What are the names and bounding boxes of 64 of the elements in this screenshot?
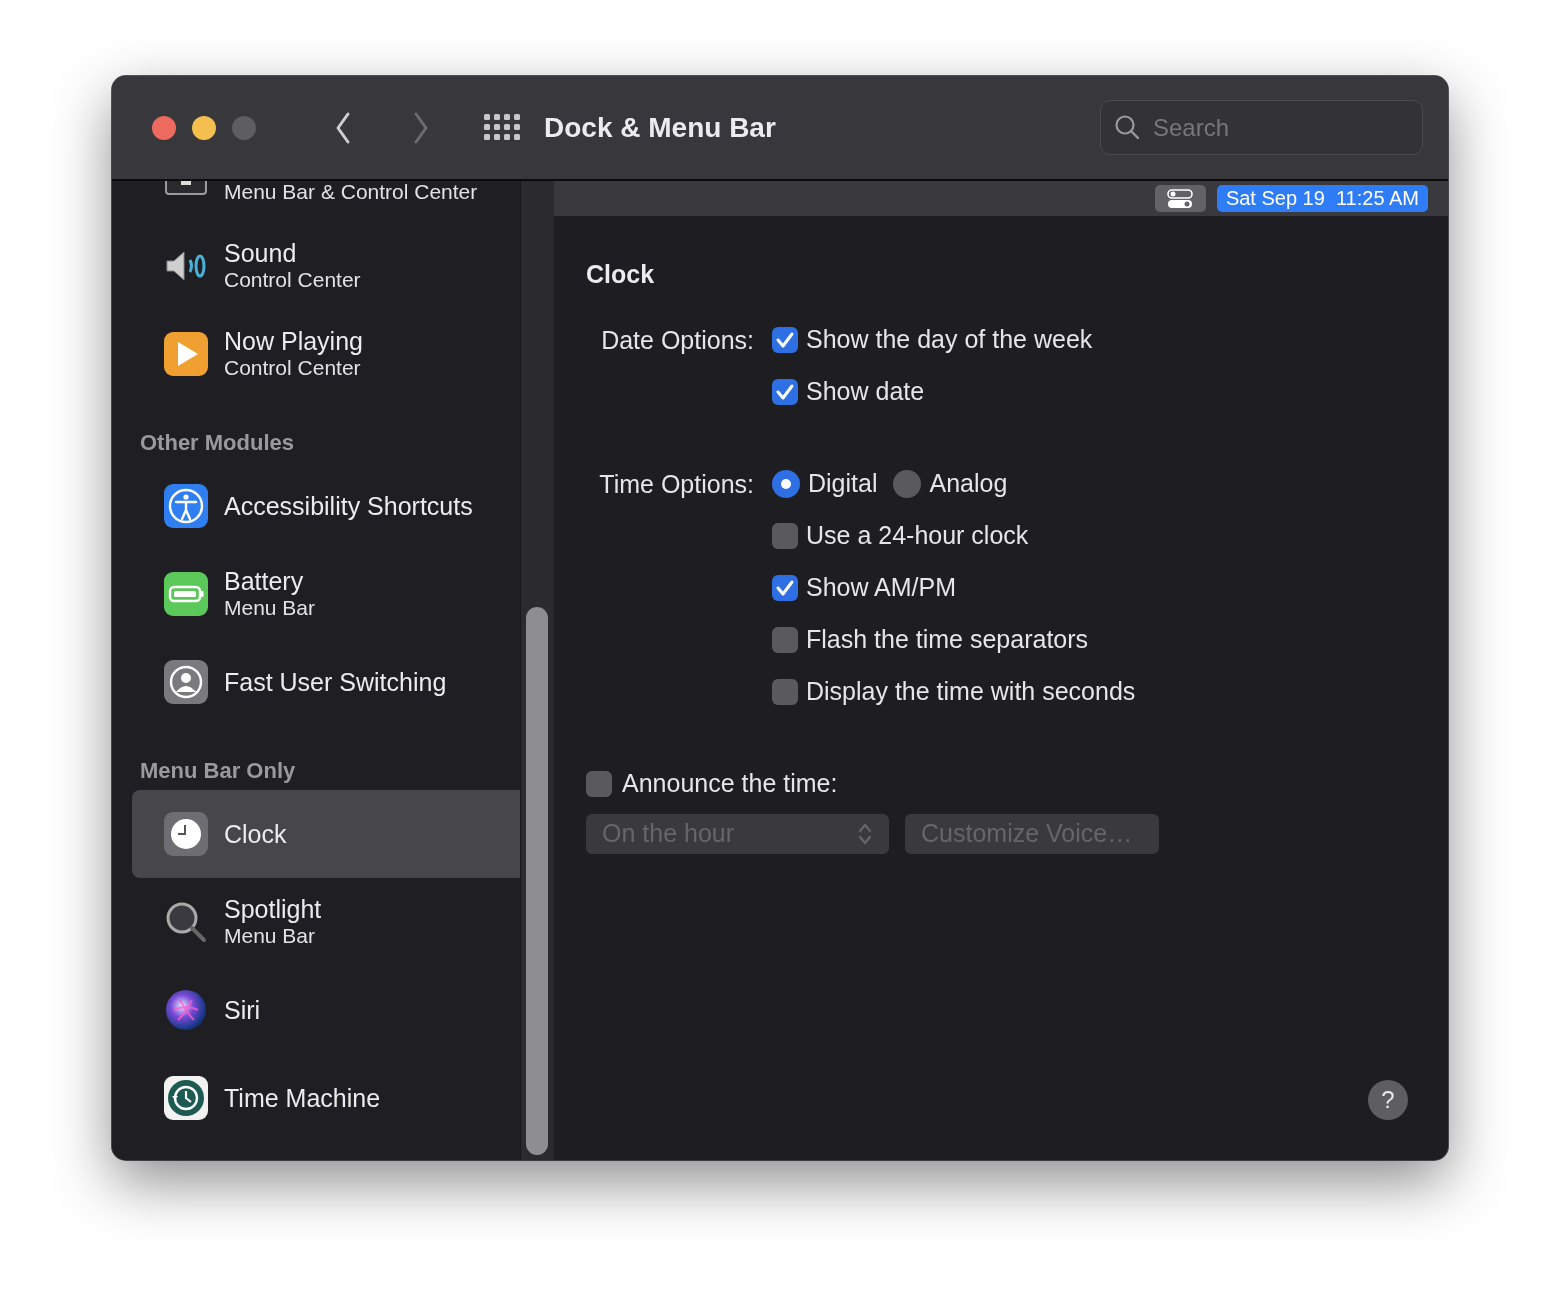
sidebar-item-title: Clock <box>224 820 287 848</box>
sidebar-item[interactable]: Siri <box>132 966 520 1054</box>
scrollbar-thumb[interactable] <box>526 607 548 1155</box>
checkbox[interactable] <box>772 626 798 653</box>
radio-button[interactable] <box>893 469 922 498</box>
sidebar-item-title: Spotlight <box>224 895 322 923</box>
grid-icon[interactable] <box>484 113 520 142</box>
sidebar-item-title: Now Playing <box>224 327 363 355</box>
sidebar-item-subtitle: Menu Bar <box>224 923 317 949</box>
sidebar-section-header: Other Modules <box>139 429 295 457</box>
minimize-button[interactable] <box>192 115 216 140</box>
sidebar-item-title: Fast User Switching <box>224 668 447 696</box>
checkbox-label[interactable]: Announce the time: <box>622 764 838 803</box>
checkbox[interactable] <box>772 378 798 405</box>
sidebar-item-title: Sound <box>224 239 298 267</box>
sidebar-item[interactable]: Battery Menu Bar <box>132 550 520 638</box>
sidebar-item[interactable]: Now Playing Control Center <box>132 310 520 398</box>
options-label: Date Options: <box>600 324 754 356</box>
battery-icon <box>164 572 208 616</box>
checkbox-label[interactable]: Display the time with seconds <box>806 672 1136 711</box>
sidebar-item[interactable]: Menu Bar & Control Center <box>132 181 520 222</box>
menu-bar-clock: Sat Sep 19 11:25 AM <box>1216 185 1428 212</box>
sidebar-item-subtitle: Control Center <box>224 355 362 381</box>
sidebar-item[interactable]: Spotlight Menu Bar <box>132 878 520 966</box>
sidebar-item[interactable]: Fast User Switching <box>132 638 520 726</box>
checkbox[interactable] <box>772 678 798 705</box>
checkbox[interactable] <box>586 770 612 797</box>
radio-label[interactable]: Digital <box>808 464 878 503</box>
sidebar-item-subtitle: Control Center <box>224 267 361 293</box>
checkbox[interactable] <box>772 574 798 601</box>
checkbox-label[interactable]: Use a 24-hour clock <box>806 516 1029 555</box>
sidebar-item[interactable]: Clock <box>132 790 520 878</box>
checkbox-label[interactable]: Show date <box>806 372 925 411</box>
user-icon <box>164 660 208 704</box>
sidebar-item-title: Time Machine <box>224 1084 381 1112</box>
scrollbar-track[interactable] <box>520 181 554 1160</box>
sidebar-item[interactable]: Sound Control Center <box>132 222 520 310</box>
checkbox[interactable] <box>772 326 798 353</box>
help-button[interactable]: ? <box>1368 1080 1408 1120</box>
checkbox-label[interactable]: Show the day of the week <box>806 320 1093 359</box>
section-title: Clock <box>586 259 656 290</box>
sidebar-item-title: Accessibility Shortcuts <box>224 492 473 520</box>
sidebar-item-title: Battery <box>224 567 305 595</box>
sidebar-item[interactable]: Time Machine <box>132 1054 520 1142</box>
sidebar-section-header: Menu Bar Only <box>139 757 297 785</box>
radio-button[interactable] <box>772 469 800 498</box>
close-button[interactable] <box>152 115 176 140</box>
play-icon <box>164 332 208 376</box>
options-label: Time Options: <box>598 468 754 500</box>
checkbox[interactable] <box>772 522 798 549</box>
orb-icon <box>164 988 208 1032</box>
checkbox-label[interactable]: Flash the time separators <box>806 620 1089 659</box>
sidebar-item-title: Siri <box>224 996 261 1024</box>
magnifier-icon <box>164 900 208 944</box>
search-field[interactable]: Search <box>1100 100 1423 155</box>
sidebar-item[interactable]: Accessibility Shortcuts <box>132 462 520 550</box>
accessibility-icon <box>164 484 208 528</box>
radio-label[interactable]: Analog <box>929 464 1008 503</box>
window-title: Dock & Menu Bar <box>544 110 776 145</box>
checkbox-label[interactable]: Show AM/PM <box>806 568 957 607</box>
sidebar-item-subtitle: Menu Bar <box>224 595 316 621</box>
sidebar-item-subtitle: Menu Bar & Control Center <box>224 181 478 205</box>
toggles-icon <box>1167 188 1194 209</box>
clock-icon <box>164 812 208 856</box>
